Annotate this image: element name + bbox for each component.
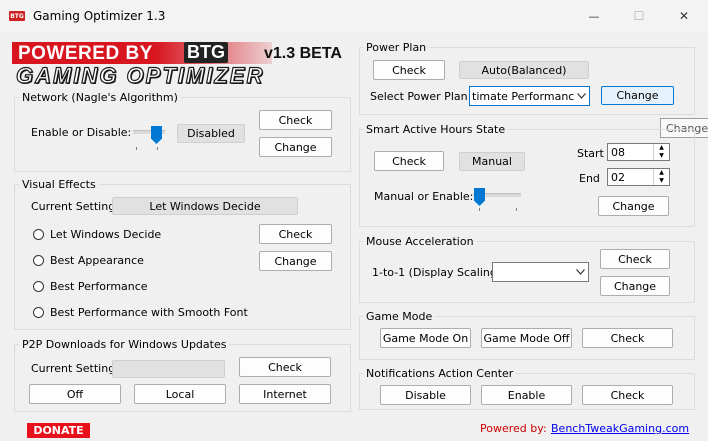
close-button[interactable]: ✕	[662, 5, 706, 27]
network-state: Disabled	[177, 124, 245, 143]
game-mode-off-button[interactable]: Game Mode Off	[481, 328, 572, 348]
maximize-icon: ☐	[633, 9, 645, 23]
logo-brand: BTG	[184, 42, 228, 63]
p2p-internet-button[interactable]: Internet	[239, 384, 331, 404]
power-plan-status: Auto(Balanced)	[459, 61, 589, 79]
option-let-windows-decide[interactable]: Let Windows Decide	[50, 228, 161, 241]
power-plan-check-button[interactable]: Check	[373, 60, 445, 80]
active-hours-slider-tick	[516, 208, 517, 211]
mouse-title: Mouse Acceleration	[363, 235, 477, 248]
radio-best-performance[interactable]	[33, 281, 44, 292]
start-value: 08	[611, 146, 625, 159]
minimize-icon: —	[588, 9, 600, 23]
start-label: Start	[577, 147, 604, 160]
option-best-performance[interactable]: Best Performance	[50, 280, 148, 293]
radio-best-appearance[interactable]	[33, 255, 44, 266]
visual-effects-change-button[interactable]: Change	[259, 251, 332, 271]
spin-down-icon[interactable]: ▼	[654, 177, 669, 185]
p2p-title: P2P Downloads for Windows Updates	[19, 338, 230, 351]
network-change-button[interactable]: Change	[259, 137, 332, 157]
active-hours-title: Smart Active Hours State	[363, 123, 509, 136]
end-spinner[interactable]: 02 ▲ ▼	[607, 168, 670, 186]
mouse-label: 1-to-1 (Display Scaling):	[372, 266, 505, 279]
visual-effects-title: Visual Effects	[19, 178, 99, 191]
active-hours-check-button[interactable]: Check	[374, 151, 444, 171]
power-plan-select[interactable]: timate Performance	[469, 86, 590, 106]
logo-product: GAMING OPTIMIZER	[15, 62, 265, 88]
maximize-button[interactable]: ☐	[617, 5, 661, 27]
logo-banner: POWERED BY BTG v1.3 BETA GAMING OPTIMIZE…	[12, 42, 357, 89]
active-hours-change-button[interactable]: Change	[598, 196, 669, 216]
active-hours-manual-label: Manual or Enable:	[374, 190, 474, 203]
radio-let-windows-decide[interactable]	[33, 229, 44, 240]
game-mode-on-button[interactable]: Game Mode On	[380, 328, 471, 348]
visual-effects-current-value: Let Windows Decide	[112, 197, 298, 215]
power-plan-title: Power Plan	[363, 41, 430, 54]
game-mode-title: Game Mode	[363, 310, 436, 323]
start-spinner[interactable]: 08 ▲ ▼	[607, 143, 670, 161]
notifications-title: Notifications Action Center	[363, 367, 517, 380]
network-check-button[interactable]: Check	[259, 110, 332, 130]
app-icon: BTG	[9, 11, 25, 21]
active-hours-slider-tick	[479, 208, 480, 211]
p2p-check-button[interactable]: Check	[239, 357, 331, 377]
active-hours-mode: Manual	[459, 152, 525, 171]
visual-effects-current-label: Current Setting:	[31, 200, 119, 213]
p2p-off-button[interactable]: Off	[29, 384, 121, 404]
p2p-local-button[interactable]: Local	[134, 384, 226, 404]
notifications-check-button[interactable]: Check	[582, 385, 673, 405]
visual-effects-check-button[interactable]: Check	[259, 224, 332, 244]
footer-link[interactable]: BenchTweakGaming.com	[551, 422, 689, 435]
power-plan-change-button[interactable]: Change	[601, 86, 674, 105]
mouse-select[interactable]	[492, 262, 589, 282]
game-mode-check-button[interactable]: Check	[582, 328, 673, 348]
end-label: End	[579, 172, 600, 185]
radio-best-performance-smooth-font[interactable]	[33, 307, 44, 318]
mouse-change-button[interactable]: Change	[600, 276, 670, 296]
spin-up-icon[interactable]: ▲	[654, 169, 669, 177]
spin-up-icon[interactable]: ▲	[654, 144, 669, 152]
chevron-down-icon	[574, 263, 586, 281]
logo-version: v1.3 BETA	[264, 45, 342, 62]
power-plan-selected-value: timate Performance	[472, 90, 582, 103]
title-bar: BTG Gaming Optimizer 1.3 — ☐ ✕	[0, 0, 708, 32]
option-best-appearance[interactable]: Best Appearance	[50, 254, 144, 267]
app-icon-text: BTG	[10, 12, 24, 20]
end-value: 02	[611, 171, 625, 184]
donate-button[interactable]: DONATE	[27, 423, 90, 438]
power-plan-select-label: Select Power Plan:	[370, 90, 472, 103]
logo-powered-by: POWERED BY	[18, 43, 153, 64]
footer-powered-by: Powered by:	[480, 422, 547, 435]
mouse-check-button[interactable]: Check	[600, 249, 670, 269]
close-icon: ✕	[678, 9, 690, 23]
network-label: Enable or Disable:	[31, 126, 132, 139]
minimize-button[interactable]: —	[572, 5, 616, 27]
chevron-down-icon	[575, 87, 587, 105]
spin-down-icon[interactable]: ▼	[654, 152, 669, 160]
network-group-title: Network (Nagle's Algorithm)	[19, 91, 181, 104]
notifications-enable-button[interactable]: Enable	[481, 385, 572, 405]
network-slider-tick	[157, 147, 158, 150]
option-best-performance-smooth-font[interactable]: Best Performance with Smooth Font	[50, 306, 248, 319]
window-title: Gaming Optimizer 1.3	[33, 9, 166, 23]
notifications-disable-button[interactable]: Disable	[380, 385, 471, 405]
network-slider-tick	[136, 147, 137, 150]
p2p-current-value	[112, 360, 225, 378]
p2p-current-label: Current Setting:	[31, 362, 119, 375]
